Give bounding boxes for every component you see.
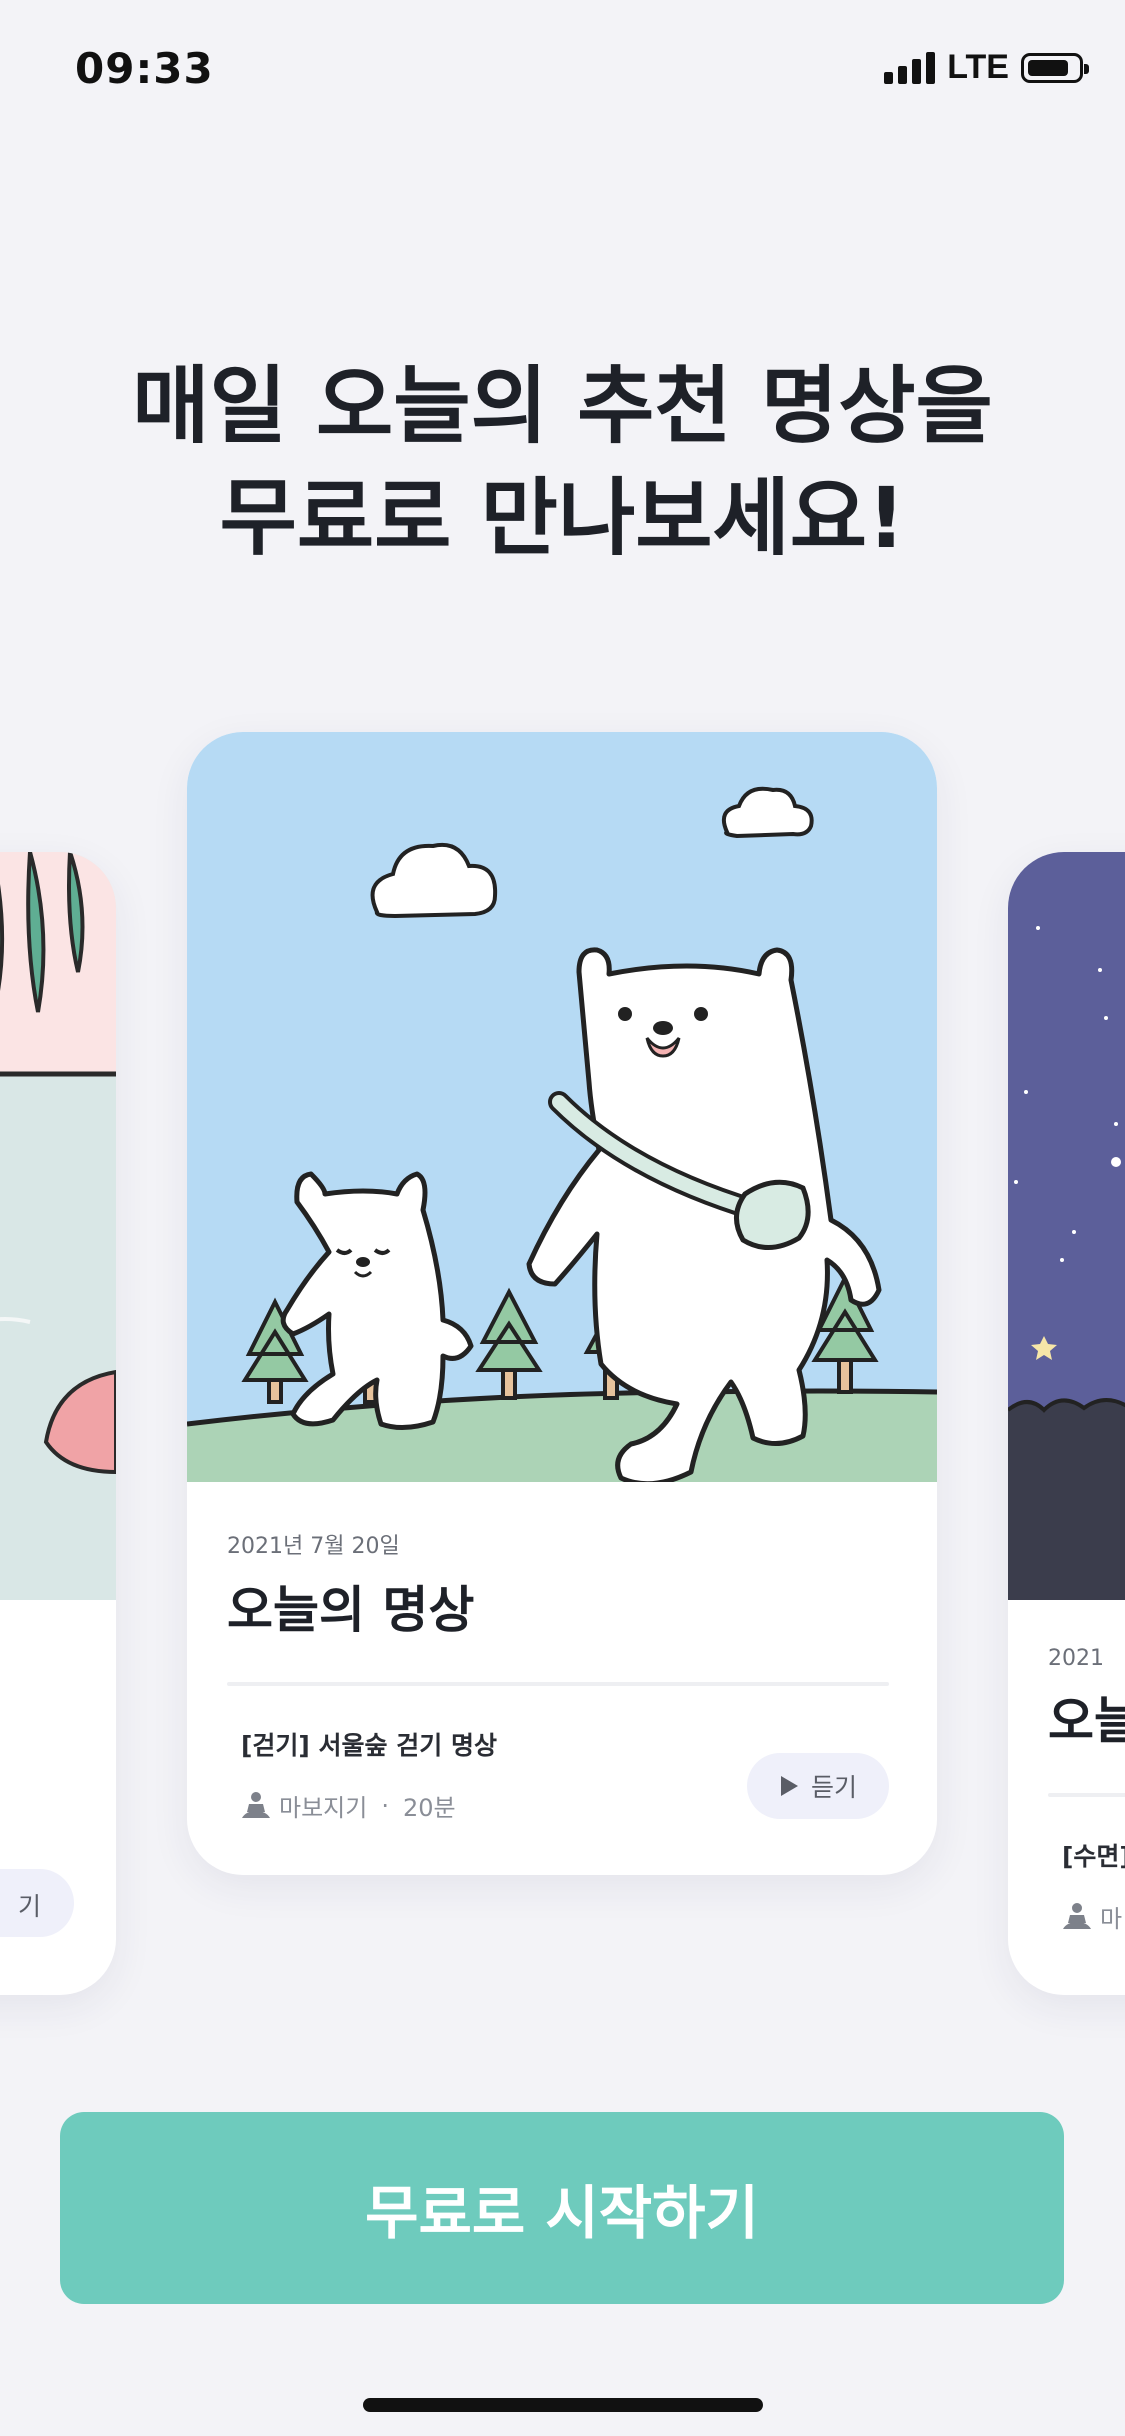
meditation-card-next[interactable]: 2021 오늘 [수면] 마 (1008, 852, 1125, 1995)
meditation-card-previous[interactable]: 기 (0, 852, 116, 1995)
track-author-next: 마 (1100, 1905, 1123, 1933)
start-free-button[interactable]: 무료로 시작하기 (60, 2112, 1064, 2304)
headline-line-1: 매일 오늘의 추천 명상을 (132, 357, 993, 455)
status-bar-right: LTE (884, 48, 1089, 87)
play-button-previous[interactable]: 기 (0, 1869, 74, 1937)
card-title: 오늘의 명상 (227, 1581, 475, 1639)
status-time: 09:33 (75, 44, 214, 93)
play-button[interactable]: 듣기 (747, 1753, 889, 1819)
card-info: 2021년 7월 20일 오늘의 명상 [걷기] 서울숲 걷기 명상 마보지기 … (227, 1482, 889, 1823)
network-label: LTE (947, 48, 1009, 86)
polar-bears-illustration (187, 732, 937, 1482)
onboarding-screen: 09:33 LTE 매일 오늘의 추천 명상을 무료로 만나보세요! 기 202… (0, 0, 1125, 2436)
card-date-next: 2021 (1048, 1646, 1104, 1671)
track-meta-next: 마 (1062, 1899, 1125, 1934)
card-info-next: 2021 오늘 [수면] 마 (1048, 1600, 1125, 1934)
card-date: 2021년 7월 20일 (227, 1534, 400, 1559)
battery-icon (1021, 52, 1089, 83)
meditation-person-icon (1063, 1902, 1091, 1929)
signal-icon (884, 51, 936, 84)
start-free-button-label: 무료로 시작하기 (365, 2179, 759, 2247)
headline-line-2: 무료로 만나보세요! (219, 469, 906, 567)
card-divider (227, 1682, 889, 1686)
card-title-next: 오늘 (1048, 1692, 1125, 1750)
track-title-next: [수면] (1062, 1842, 1125, 1871)
track-duration: 20분 (402, 1794, 456, 1822)
play-icon (780, 1776, 798, 1796)
play-button-label: 듣기 (810, 1773, 857, 1802)
home-indicator[interactable] (363, 2398, 763, 2412)
meta-separator: · (381, 1791, 389, 1820)
lake-illustration (0, 852, 116, 1600)
meditation-person-icon (242, 1791, 270, 1818)
track-author: 마보지기 (279, 1794, 368, 1822)
night-sky-illustration (1008, 852, 1125, 1600)
page-headline: 매일 오늘의 추천 명상을 무료로 만나보세요! (0, 350, 1125, 574)
meditation-card-today[interactable]: 2021년 7월 20일 오늘의 명상 [걷기] 서울숲 걷기 명상 마보지기 … (187, 732, 937, 1875)
card-divider-next (1048, 1793, 1125, 1797)
